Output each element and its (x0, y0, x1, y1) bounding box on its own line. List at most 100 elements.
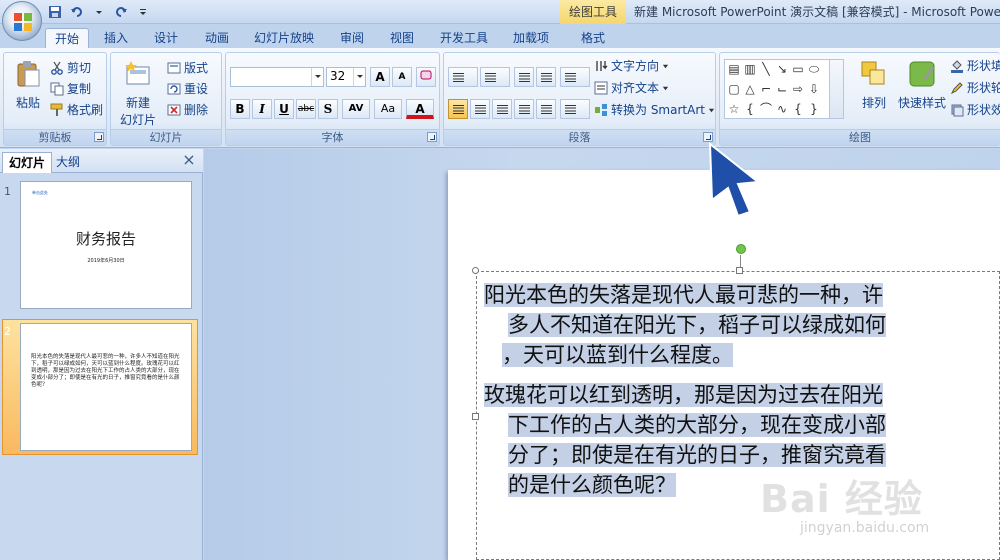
right-arrow-shape-icon[interactable]: ⇨ (791, 82, 805, 96)
triangle-shape-icon[interactable]: △ (743, 82, 757, 96)
right-brace-shape-icon[interactable]: } (807, 102, 821, 116)
textbox-shape-icon[interactable]: ▤ (727, 62, 741, 76)
rounded-rect-shape-icon[interactable]: ▢ (727, 82, 741, 96)
line-spacing-button[interactable] (560, 67, 590, 87)
bullets-button[interactable] (448, 67, 478, 87)
arrange-label: 排列 (861, 96, 886, 110)
tab-animations[interactable]: 动画 (197, 28, 237, 48)
tab-slideshow[interactable]: 幻灯片放映 (248, 28, 320, 48)
resize-handle-left[interactable] (472, 413, 479, 420)
resize-handle-top[interactable] (736, 267, 743, 274)
clear-formatting-button[interactable] (416, 67, 436, 87)
columns-button[interactable] (560, 99, 590, 119)
quick-styles-button[interactable]: 快速样式 (896, 59, 948, 111)
office-button[interactable] (2, 1, 42, 41)
tab-slides-thumbnails[interactable]: 幻灯片 (2, 152, 53, 173)
distributed-button[interactable] (536, 99, 556, 119)
oval-shape-icon[interactable]: ⬭ (807, 62, 821, 76)
justify-button[interactable] (514, 99, 534, 119)
align-left-button[interactable] (448, 99, 468, 119)
decrease-indent-button[interactable] (514, 67, 534, 87)
vertical-textbox-shape-icon[interactable]: ▥ (743, 62, 757, 76)
change-case-button[interactable]: Aa (374, 99, 402, 119)
undo-icon[interactable] (68, 3, 86, 21)
rectangle-shape-icon[interactable]: ▭ (791, 62, 805, 76)
font-color-button[interactable]: A (406, 99, 434, 119)
shrink-font-button[interactable]: A (392, 67, 412, 87)
layout-button[interactable]: 版式 (167, 59, 208, 77)
rotation-handle[interactable] (736, 244, 746, 254)
close-icon[interactable]: × (181, 152, 197, 168)
star-shape-icon[interactable]: ☆ (727, 102, 741, 116)
slide-thumbnail-2[interactable]: 阳光本色的失落是现代人最可悲的一种，许多人不知道在阳光下，稻子可以绿成如何，天可… (20, 323, 192, 451)
slide-paragraph-1[interactable]: 阳光本色的失落是现代人最可悲的一种，许 多人不知道在阳光下，稻子可以绿成如何 ，… (484, 280, 982, 370)
new-slide-button[interactable]: 新建 幻灯片 (113, 59, 163, 128)
copy-button[interactable]: 复制 (50, 80, 91, 98)
line-shape-icon[interactable]: ╲ (759, 62, 773, 76)
arrange-button[interactable]: 排列 (852, 59, 896, 111)
shape-fill-button[interactable]: 形状填 (950, 57, 1000, 75)
chevron-down-icon (353, 68, 365, 86)
shapes-gallery[interactable]: ▤ ▥ ╲ ↘ ▭ ⬭ ▢ △ ⌐ ⌙ ⇨ ⇩ ☆ { ⌒ ∿ { } (724, 59, 844, 119)
convert-smartart-button[interactable]: 转换为 SmartArt (594, 101, 715, 119)
shape-outline-button[interactable]: 形状轮 (950, 79, 1000, 97)
numbering-button[interactable] (480, 67, 510, 87)
curve-shape-icon[interactable]: ∿ (775, 102, 789, 116)
tab-review[interactable]: 审阅 (332, 28, 372, 48)
clipboard-group-label: 剪贴板 (4, 129, 106, 145)
font-size-dropdown[interactable]: 32 (326, 67, 366, 87)
tab-insert[interactable]: 插入 (96, 28, 136, 48)
delete-button[interactable]: 删除 (167, 101, 208, 119)
tab-addins[interactable]: 加载项 (505, 28, 557, 48)
gallery-scroll[interactable] (829, 60, 843, 118)
text-shadow-button[interactable]: S (318, 99, 338, 119)
down-arrow-shape-icon[interactable]: ⇩ (807, 82, 821, 96)
shape-effects-button[interactable]: 形状效 (950, 101, 1000, 119)
tab-home[interactable]: 开始 (45, 28, 89, 49)
bold-button[interactable]: B (230, 99, 250, 119)
grow-font-button[interactable]: A (370, 67, 390, 87)
slides-pane-tabs: 幻灯片 大纲 × (0, 149, 203, 173)
increase-indent-button[interactable] (536, 67, 556, 87)
align-right-button[interactable] (492, 99, 512, 119)
font-dialog-launcher[interactable] (427, 132, 437, 142)
tab-outline[interactable]: 大纲 (50, 152, 86, 173)
layout-icon (167, 62, 181, 74)
brace-shape-icon[interactable]: { (743, 102, 757, 116)
left-brace-shape-icon[interactable]: { (791, 102, 805, 116)
paste-label: 粘贴 (15, 96, 40, 110)
arrow-line-shape-icon[interactable]: ↘ (775, 62, 789, 76)
underline-button[interactable]: U (274, 99, 294, 119)
cut-button[interactable]: 剪切 (50, 59, 91, 77)
paste-button[interactable]: 粘贴 (6, 59, 50, 111)
tab-view[interactable]: 视图 (382, 28, 422, 48)
elbow-arrow-shape-icon[interactable]: ⌙ (775, 82, 789, 96)
font-name-dropdown[interactable] (230, 67, 324, 87)
arc-shape-icon[interactable]: ⌒ (759, 102, 773, 116)
customize-toolbar-icon[interactable] (134, 3, 152, 21)
align-text-button[interactable]: 对齐文本 (594, 79, 669, 97)
clipboard-dialog-launcher[interactable] (94, 132, 104, 142)
character-spacing-button[interactable]: AV (342, 99, 370, 119)
redo-icon[interactable] (112, 3, 130, 21)
text-direction-button[interactable]: 文字方向 (594, 57, 669, 75)
save-icon[interactable] (46, 3, 64, 21)
align-center-button[interactable] (470, 99, 490, 119)
slide-thumbnail-1[interactable]: 单击此处 财务报告 2019年6月30日 (20, 181, 192, 309)
tab-format[interactable]: 格式 (570, 28, 616, 48)
italic-button[interactable]: I (252, 99, 272, 119)
tab-developer[interactable]: 开发工具 (432, 28, 496, 48)
chevron-down-icon (708, 108, 715, 112)
elbow-connector-shape-icon[interactable]: ⌐ (759, 82, 773, 96)
format-painter-button[interactable]: 格式刷 (50, 101, 103, 119)
strikethrough-button[interactable]: abc (296, 99, 316, 119)
paragraph-dialog-launcher[interactable] (703, 132, 713, 142)
tab-design[interactable]: 设计 (146, 28, 186, 48)
shape-effects-icon (951, 104, 964, 117)
reset-button[interactable]: 重设 (167, 80, 208, 98)
resize-handle-top-left[interactable] (472, 267, 479, 274)
undo-dropdown-icon[interactable] (90, 3, 108, 21)
text-direction-label: 文字方向 (611, 59, 660, 73)
reset-label: 重设 (184, 82, 209, 96)
new-slide-label-line2: 幻灯片 (119, 113, 156, 127)
